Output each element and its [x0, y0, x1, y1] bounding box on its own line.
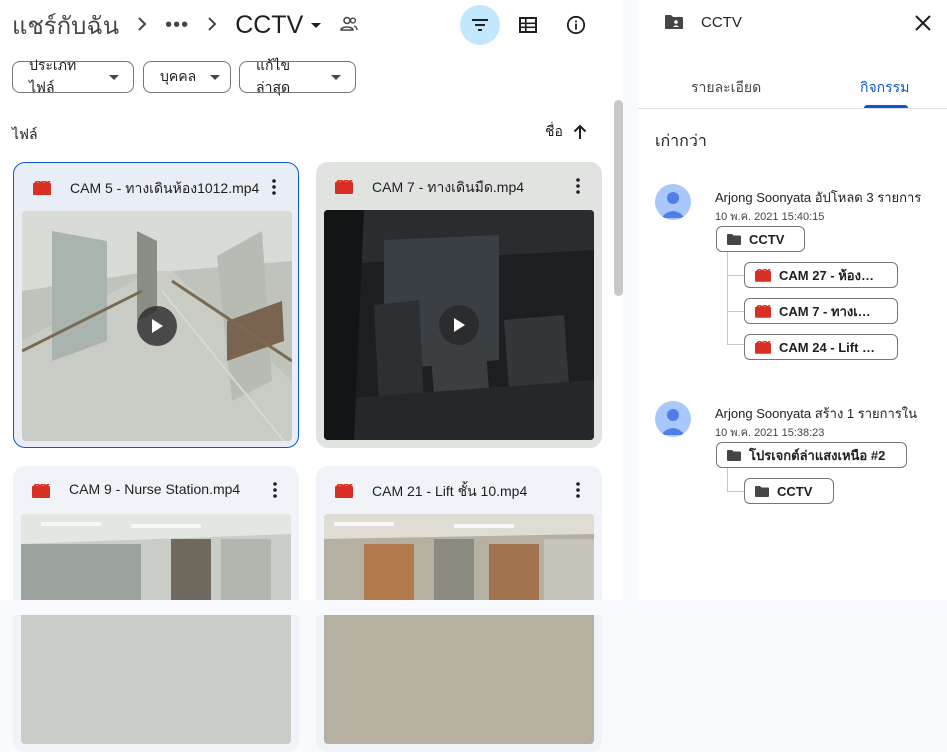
pill-label: CAM 27 - ห้อง…	[779, 267, 874, 283]
video-thumbnail[interactable]	[22, 211, 292, 441]
info-icon	[566, 15, 586, 35]
tree-line	[727, 252, 728, 344]
close-icon[interactable]	[912, 12, 934, 39]
activity-folder-pill[interactable]: โปรเจกต์ล่าแสงเหนือ #2	[716, 442, 907, 468]
file-name: CAM 7 - ทางเดินมืด.mp4	[372, 179, 525, 195]
file-name: CAM 9 - Nurse Station.mp4	[69, 481, 241, 497]
older-heading: เก่ากว่า	[655, 133, 707, 150]
filter-icon	[472, 19, 488, 31]
activity-time: 10 พ.ค. 2021 15:38:23	[715, 427, 825, 439]
pill-label: CAM 24 - Lift …	[779, 339, 876, 355]
tab-activity[interactable]: กิจกรรม	[860, 77, 909, 99]
sort-label: ชื่อ	[545, 123, 563, 139]
shared-people-icon[interactable]	[340, 16, 358, 37]
more-vert-icon[interactable]	[568, 480, 588, 500]
activity-file-pill[interactable]: CAM 27 - ห้อง…	[744, 262, 898, 288]
person-icon	[661, 409, 685, 435]
file-card[interactable]: CAM 5 - ทางเดินห้อง1012.mp4	[13, 162, 299, 448]
filter-chip-file-type[interactable]: ประเภทไฟล์	[12, 57, 134, 95]
pill-label: CCTV	[777, 483, 813, 499]
folder-icon	[755, 485, 769, 497]
activity-file-pill[interactable]: CAM 24 - Lift …	[744, 334, 898, 360]
video-file-icon	[335, 484, 353, 498]
video-file-icon	[33, 181, 51, 195]
activity-time: 10 พ.ค. 2021 15:40:15	[715, 211, 825, 223]
breadcrumb-more[interactable]: •••	[165, 14, 189, 37]
filter-chip-label: ประเภทไฟล์	[29, 57, 77, 95]
main-content: แชร์กับฉัน ••• CCTV ประเภทไฟล์ บุคคล แก้…	[0, 0, 623, 752]
arrow-up-icon	[573, 124, 587, 139]
avatar	[655, 184, 691, 220]
activity-text: Arjong Soonyata อัปโหลด 3 รายการ	[715, 190, 922, 205]
sort-button[interactable]: ชื่อ	[545, 121, 587, 143]
activity-text: Arjong Soonyata สร้าง 1 รายการใน	[715, 406, 918, 421]
folder-icon	[727, 233, 741, 245]
activity-folder-pill[interactable]: CCTV	[744, 478, 834, 504]
caret-down-icon	[210, 74, 221, 80]
pill-label: โปรเจกต์ล่าแสงเหนือ #2	[749, 447, 886, 463]
pill-label: CAM 7 - ทางเ…	[779, 303, 871, 319]
tree-line	[727, 311, 744, 312]
more-vert-icon[interactable]	[264, 177, 284, 197]
bottom-strip	[0, 600, 947, 615]
filter-chip-people[interactable]: บุคคล	[143, 61, 231, 93]
avatar	[655, 401, 691, 437]
tab-divider	[638, 108, 947, 109]
play-icon[interactable]	[137, 306, 177, 346]
filter-chip-label: บุคคล	[160, 68, 197, 84]
video-thumbnail[interactable]	[21, 514, 291, 744]
pill-label: CCTV	[749, 231, 785, 247]
video-file-icon	[755, 304, 771, 318]
section-title-files: ไฟล์	[12, 126, 38, 142]
breadcrumb-root[interactable]: แชร์กับฉัน	[12, 6, 119, 45]
video-file-icon	[335, 180, 353, 194]
caret-down-icon	[331, 74, 341, 80]
video-file-icon	[755, 268, 771, 282]
filter-button[interactable]	[460, 5, 500, 45]
chevron-right-icon	[207, 14, 217, 37]
details-button[interactable]	[556, 5, 596, 45]
play-icon[interactable]	[439, 305, 479, 345]
caret-down-icon	[311, 22, 322, 28]
breadcrumb-current[interactable]: CCTV	[235, 11, 303, 40]
chevron-right-icon	[137, 14, 147, 37]
tree-line	[727, 468, 728, 491]
tree-line	[727, 275, 744, 276]
folder-icon	[727, 449, 741, 461]
video-file-icon	[755, 340, 771, 354]
person-icon	[661, 192, 685, 218]
file-name: CAM 5 - ทางเดินห้อง1012.mp4	[70, 180, 260, 196]
video-file-icon	[32, 484, 50, 498]
file-card[interactable]: CAM 7 - ทางเดินมืด.mp4	[316, 162, 602, 448]
tree-line	[727, 491, 744, 492]
filter-chip-modified[interactable]: แก้ไขล่าสุด	[239, 57, 356, 95]
tree-line	[727, 344, 744, 345]
list-view-icon	[519, 17, 537, 33]
tab-details[interactable]: รายละเอียด	[691, 77, 761, 99]
details-panel: CCTV รายละเอียด กิจกรรม เก่ากว่า Arjong …	[638, 0, 947, 600]
details-title: CCTV	[701, 14, 742, 31]
more-vert-icon[interactable]	[568, 176, 588, 196]
video-thumbnail[interactable]	[324, 514, 594, 744]
more-vert-icon[interactable]	[265, 480, 285, 500]
filter-chip-label: แก้ไขล่าสุด	[256, 57, 291, 95]
scrollbar-thumb[interactable]	[614, 100, 623, 296]
shared-folder-icon	[665, 15, 683, 29]
breadcrumb: แชร์กับฉัน ••• CCTV	[12, 6, 322, 45]
video-thumbnail[interactable]	[324, 210, 594, 440]
activity-folder-pill[interactable]: CCTV	[716, 226, 805, 252]
caret-down-icon	[109, 74, 119, 80]
file-name: CAM 21 - Lift ชั้น 10.mp4	[372, 483, 528, 499]
list-view-button[interactable]	[508, 5, 548, 45]
activity-file-pill[interactable]: CAM 7 - ทางเ…	[744, 298, 898, 324]
